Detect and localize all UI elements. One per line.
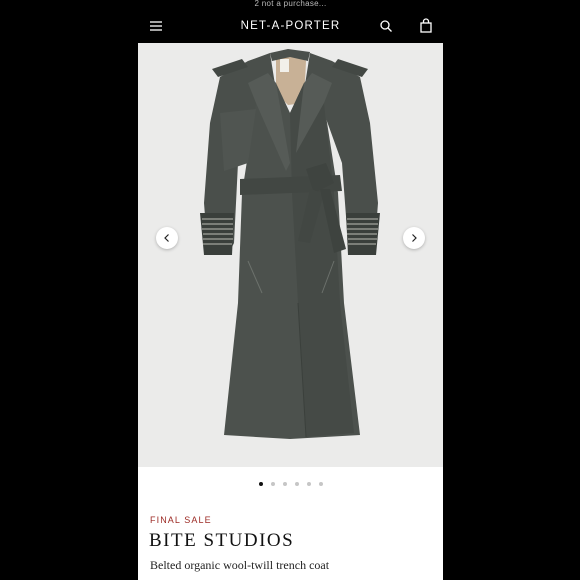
status-text: 2 not a purchase... xyxy=(254,0,327,8)
previous-image-button[interactable] xyxy=(156,227,178,249)
right-cuff xyxy=(346,213,380,255)
chevron-left-icon xyxy=(164,234,169,242)
carousel-dot[interactable] xyxy=(318,482,323,486)
carousel-pagination xyxy=(138,482,443,486)
left-letterbox xyxy=(0,0,138,580)
chevron-right-icon xyxy=(412,234,417,242)
carousel-dot[interactable] xyxy=(258,482,263,486)
carousel-dot[interactable] xyxy=(270,482,275,486)
carousel-dot[interactable] xyxy=(282,482,287,486)
carousel-dot[interactable] xyxy=(306,482,311,486)
brand-logo[interactable]: NET-A-PORTER xyxy=(138,20,443,32)
phone-screen: 2 not a purchase... NET-A-PORTER FINAL S… xyxy=(138,0,443,580)
next-image-button[interactable] xyxy=(403,227,425,249)
carousel-dot[interactable] xyxy=(294,482,299,486)
status-bar: 2 not a purchase... xyxy=(138,0,443,9)
final-sale-badge: FINAL SALE xyxy=(150,515,212,525)
left-cuff xyxy=(200,213,234,255)
shopping-bag-icon[interactable] xyxy=(417,17,435,35)
search-icon[interactable] xyxy=(377,17,395,35)
designer-name[interactable]: BITE STUDIOS xyxy=(149,530,294,552)
coat-product-image xyxy=(200,49,380,439)
product-name: Belted organic wool-twill trench coat xyxy=(150,558,330,572)
product-image-gallery[interactable] xyxy=(138,43,443,467)
right-letterbox xyxy=(443,0,580,580)
top-nav-bar: NET-A-PORTER xyxy=(138,9,443,43)
